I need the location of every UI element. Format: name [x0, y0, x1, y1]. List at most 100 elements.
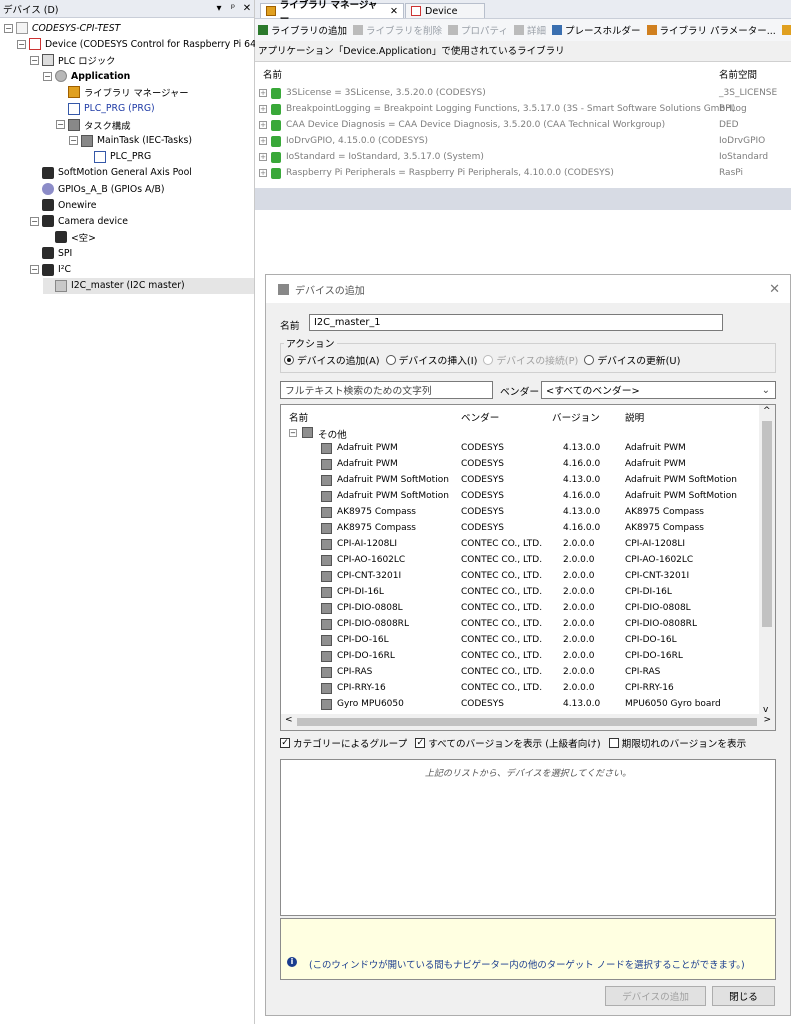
filter-checkbox[interactable]: 期限切れのバージョンを表示 [608, 736, 746, 750]
library-row[interactable]: + CAA Device Diagnosis = CAA Device Diagn… [255, 117, 791, 133]
scroll-up-icon[interactable]: ^ [763, 406, 771, 416]
column-header-name[interactable]: 名前 [263, 67, 282, 81]
pin-icon[interactable]: ᵖ [226, 3, 240, 14]
collapse-icon[interactable]: − [289, 429, 297, 437]
column-header-name[interactable]: 名前 [289, 410, 308, 424]
name-input[interactable]: I2C_master_1 [309, 314, 723, 331]
tree-node[interactable]: − PLC ロジック [30, 52, 115, 68]
library-row[interactable]: + Raspberry Pi Peripherals = Raspberry Pi… [255, 165, 791, 181]
tree-node[interactable]: − MainTask (IEC-Tasks) [69, 133, 192, 149]
splitter-bar[interactable] [255, 188, 791, 210]
scrollbar-thumb[interactable] [762, 421, 772, 627]
collapse-icon[interactable]: − [30, 265, 39, 274]
close-tab-icon[interactable]: ✕ [390, 6, 398, 17]
tree-node[interactable]: − Application [43, 68, 130, 84]
radio-button[interactable] [385, 355, 396, 365]
radio-button[interactable] [584, 355, 595, 365]
collapse-icon[interactable]: − [56, 120, 65, 130]
device-row[interactable]: CPI-DIO-0808RL CONTEC CO., LTD. 2.0.0.0 CPI… [281, 617, 759, 633]
expand-icon[interactable]: + [259, 153, 267, 161]
expand-icon[interactable]: + [259, 89, 267, 97]
scrollbar-thumb[interactable] [297, 718, 757, 726]
tree-node[interactable]: − CODESYS-CPI-TEST [4, 20, 120, 36]
device-row[interactable]: CPI-CNT-3201I CONTEC CO., LTD. 2.0.0.0 CPI-… [281, 569, 759, 585]
device-row[interactable]: AK8975 Compass CODESYS 4.16.0.0 AK8975 Comp… [281, 521, 759, 537]
device-row[interactable]: CPI-RRY-16 CONTEC CO., LTD. 2.0.0.0 CPI-RRY… [281, 681, 759, 697]
tree-node[interactable]: PLC_PRG (PRG) [56, 101, 155, 117]
tree-node[interactable]: SPI [30, 245, 72, 261]
library-row[interactable]: + BreakpointLogging = Breakpoint Logging … [255, 101, 791, 117]
expand-icon[interactable]: + [259, 137, 267, 145]
device-row[interactable]: CPI-DIO-0808L CONTEC CO., LTD. 2.0.0.0 CPI-… [281, 601, 759, 617]
toolbar-button[interactable]: プロパティ [445, 23, 511, 37]
tab-library-manager[interactable]: ライブラリ マネージャー ✕ [260, 0, 404, 25]
collapse-icon[interactable]: − [30, 216, 39, 226]
tree-node[interactable]: SoftMotion General Axis Pool [30, 165, 192, 181]
close-icon[interactable]: ✕ [769, 282, 780, 297]
toolbar-button[interactable]: 詳細 [511, 23, 549, 37]
vendor-select[interactable]: <すべてのベンダー> ⌄ [541, 381, 776, 399]
device-row[interactable]: Adafruit PWM CODESYS 4.16.0.0 Adafruit PWM [281, 457, 759, 473]
search-input[interactable]: フルテキスト検索のための文字列 [280, 381, 493, 399]
action-radio[interactable]: デバイスの挿入(I) [385, 353, 477, 367]
device-row[interactable]: Adafruit PWM CODESYS 4.13.0.0 Adafruit PWM [281, 441, 759, 457]
tab-device[interactable]: Device [405, 3, 485, 18]
toolbar-button[interactable]: ライブラリ パラメーター... [644, 23, 779, 37]
action-radio[interactable]: デバイスの追加(A) [284, 353, 380, 367]
tree-node[interactable]: − Device (CODESYS Control for Raspberry P… [17, 36, 274, 52]
column-header-version[interactable]: バージョン [552, 410, 600, 424]
add-device-button[interactable]: デバイスの追加 [605, 986, 706, 1006]
checkbox[interactable]: ✓ [415, 738, 426, 748]
filter-checkbox[interactable]: ✓ カテゴリーによるグループ [280, 736, 407, 750]
collapse-icon[interactable]: − [17, 39, 26, 49]
device-row[interactable]: CPI-DO-16RL CONTEC CO., LTD. 2.0.0.0 CPI-DO… [281, 649, 759, 665]
collapse-icon[interactable]: − [69, 136, 78, 146]
toolbar-button[interactable]: ライブラリを削除 [350, 23, 445, 37]
close-button[interactable]: 閉じる [712, 986, 775, 1006]
tree-node[interactable]: Onewire [30, 197, 96, 213]
device-row[interactable]: AK8975 Compass CODESYS 4.13.0.0 AK8975 Comp… [281, 505, 759, 521]
collapse-icon[interactable]: − [30, 55, 39, 65]
checkbox[interactable]: ✓ [280, 738, 290, 748]
tree-node[interactable]: − I²C [30, 262, 71, 278]
vertical-scrollbar[interactable]: ^ v [759, 405, 775, 715]
device-row[interactable]: CPI-AO-1602LC CONTEC CO., LTD. 2.0.0.0 CPI-… [281, 553, 759, 569]
collapse-icon[interactable]: − [4, 23, 13, 33]
device-row[interactable]: Gyro MPU6050 CODESYS 4.13.0.0 MPU6050 Gyro … [281, 697, 759, 713]
expand-icon[interactable]: + [259, 169, 267, 177]
toolbar-button[interactable]: ライブラリの追加 [255, 23, 350, 37]
tree-node[interactable]: ライブラリ マネージャー [56, 84, 189, 100]
chevron-down-icon[interactable]: ⌄ [762, 385, 770, 396]
library-row[interactable]: + IoDrvGPIO, 4.15.0.0 (CODESYS) IoDrvGPIO [255, 133, 791, 149]
expand-icon[interactable]: + [259, 121, 267, 129]
tree-node[interactable]: PLC_PRG [82, 149, 151, 165]
column-header-vendor[interactable]: ベンダー [461, 410, 499, 424]
tree-node[interactable]: GPIOs_A_B (GPIOs A/B) [30, 181, 165, 197]
device-row[interactable]: CPI-AI-1208LI CONTEC CO., LTD. 2.0.0.0 CPI-… [281, 537, 759, 553]
collapse-icon[interactable]: − [43, 71, 52, 81]
column-header-description[interactable]: 説明 [625, 410, 644, 424]
library-row[interactable]: + IoStandard = IoStandard, 3.5.17.0 (Syst… [255, 149, 791, 165]
tree-node[interactable]: − タスク構成 [56, 117, 131, 133]
panel-menu-icon[interactable]: ▾ [212, 3, 226, 14]
action-radio[interactable]: デバイスの更新(U) [584, 353, 680, 367]
column-header-namespace[interactable]: 名前空間 [719, 67, 757, 81]
tree-node[interactable]: I2C_master (I2C master) [43, 277, 254, 294]
toolbar-button[interactable]: ライブラリ [779, 23, 791, 37]
tree-node[interactable]: <空> [43, 229, 96, 245]
device-row[interactable]: CPI-DI-16L CONTEC CO., LTD. 2.0.0.0 CPI-DI-… [281, 585, 759, 601]
category-row[interactable]: − その他 [281, 425, 759, 441]
device-row[interactable]: Adafruit PWM SoftMotion CODESYS 4.13.0.0 Ad… [281, 473, 759, 489]
expand-icon[interactable]: + [259, 105, 267, 113]
filter-checkbox[interactable]: ✓ すべてのバージョンを表示 (上級者向け) [415, 736, 601, 750]
device-row[interactable]: Adafruit PWM SoftMotion CODESYS 4.16.0.0 Ad… [281, 489, 759, 505]
horizontal-scrollbar[interactable]: < > [281, 714, 775, 730]
toolbar-button[interactable]: プレースホルダー [549, 23, 644, 37]
scroll-left-icon[interactable]: < [285, 715, 293, 725]
scroll-right-icon[interactable]: > [763, 715, 771, 725]
tree-node[interactable]: − Camera device [30, 213, 128, 229]
checkbox[interactable] [608, 738, 619, 748]
radio-button[interactable] [284, 355, 294, 365]
library-row[interactable]: +3SLicense = 3SLicense, 3.5.20.0 (CODESY… [255, 85, 791, 101]
device-row[interactable]: CPI-DO-16L CONTEC CO., LTD. 2.0.0.0 CPI-DO-… [281, 633, 759, 649]
